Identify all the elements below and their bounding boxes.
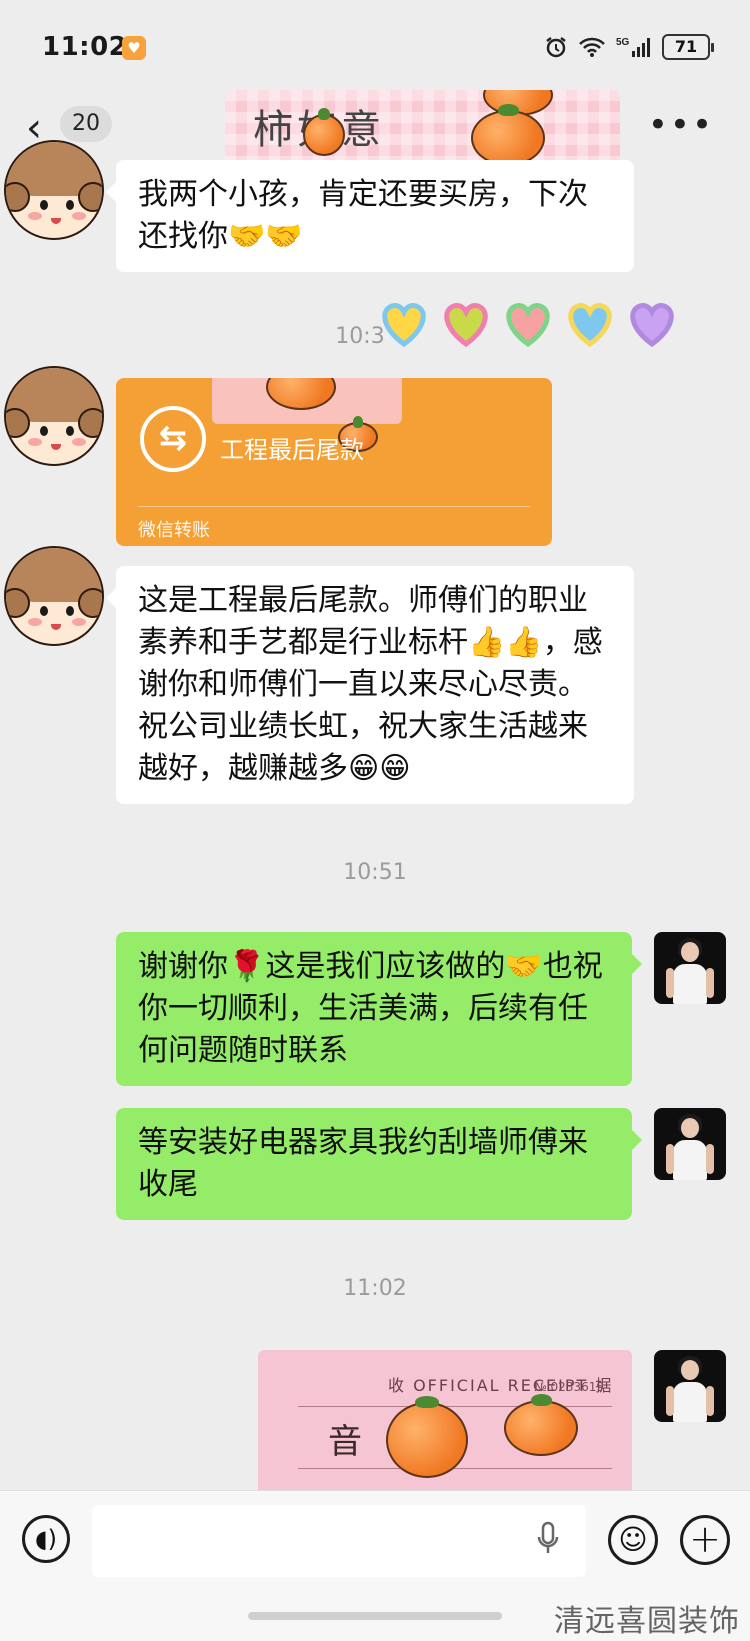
persimmon-sticker-icon bbox=[303, 108, 345, 156]
home-indicator[interactable] bbox=[248, 1612, 502, 1620]
message-bubble-outgoing[interactable]: 等安装好电器家具我约刮墙师傅来收尾 bbox=[116, 1108, 642, 1220]
more-dots-icon[interactable]: ••• bbox=[648, 108, 714, 142]
divider bbox=[298, 1468, 612, 1469]
heart-icon bbox=[378, 300, 428, 348]
alarm-icon bbox=[544, 35, 568, 59]
emoji-icon[interactable]: ☺ bbox=[608, 1515, 658, 1565]
timestamp: 10:51 bbox=[343, 860, 407, 885]
battery-indicator: 71 bbox=[662, 34, 714, 60]
user-avatar[interactable] bbox=[654, 932, 726, 1004]
transfer-footer: 微信转账 bbox=[138, 520, 210, 541]
message-bubble-incoming[interactable]: 这是工程最后尾款。师傅们的职业素养和手艺都是行业标杆👍👍，感谢你和师傅们一直以来… bbox=[106, 566, 634, 804]
microphone-icon[interactable] bbox=[536, 1521, 560, 1557]
user-avatar[interactable] bbox=[654, 1108, 726, 1180]
voice-icon[interactable]: ◖) bbox=[22, 1515, 70, 1563]
timestamp: 11:02 bbox=[343, 1276, 407, 1301]
divider bbox=[138, 506, 530, 507]
status-icons: 5G 71 bbox=[544, 34, 714, 60]
transfer-arrows-icon: ⇆ bbox=[140, 406, 206, 472]
user-avatar[interactable] bbox=[654, 1350, 726, 1422]
heart-icon bbox=[440, 300, 490, 348]
receipt-image-message[interactable]: 收 OFFICIAL RECEIPT 据 № 0233619 音 bbox=[258, 1350, 632, 1510]
wechat-transfer-card[interactable]: ⇆ 工程最后尾款 微信转账 bbox=[116, 378, 552, 546]
cellular-signal-icon: 5G bbox=[616, 35, 652, 59]
plus-icon[interactable]: + bbox=[680, 1515, 730, 1565]
svg-text:5G: 5G bbox=[616, 37, 630, 48]
persimmon-sticker-icon bbox=[471, 104, 545, 166]
persimmon-sticker-icon bbox=[504, 1394, 578, 1456]
heart-icon bbox=[564, 300, 614, 348]
chat-header: ‹ 20 柿如意 ••• bbox=[0, 90, 750, 170]
title-sticker: 柿如意 bbox=[225, 90, 620, 170]
status-time: 11:02 bbox=[42, 32, 128, 62]
heart-icon bbox=[502, 300, 552, 348]
contact-avatar[interactable] bbox=[4, 366, 104, 466]
receipt-number: № 0233619 bbox=[534, 1380, 604, 1394]
status-bar: 11:02 ♥ 5G 71 bbox=[0, 0, 750, 100]
message-bubble-incoming[interactable]: 我两个小孩，肯定还要买房，下次还找你🤝🤝 bbox=[106, 160, 634, 272]
message-bubble-outgoing[interactable]: 谢谢你🌹这是我们应该做的🤝也祝你一切顺利，生活美满，后续有任何问题随时联系 bbox=[116, 932, 642, 1086]
contact-avatar[interactable] bbox=[4, 140, 104, 240]
transfer-title: 工程最后尾款 bbox=[220, 436, 364, 464]
message-input[interactable] bbox=[92, 1505, 586, 1577]
heart-icon bbox=[626, 300, 676, 348]
wifi-icon bbox=[578, 36, 606, 58]
contact-avatar[interactable] bbox=[4, 546, 104, 646]
receipt-seal-text: 音 bbox=[328, 1422, 362, 1462]
persimmon-sticker-icon bbox=[386, 1396, 468, 1478]
heart-stickers bbox=[378, 300, 676, 348]
watermark: 清远喜圆装饰 bbox=[554, 1604, 740, 1639]
notification-heart-icon: ♥ bbox=[122, 36, 146, 60]
unread-count-badge[interactable]: 20 bbox=[60, 106, 112, 142]
